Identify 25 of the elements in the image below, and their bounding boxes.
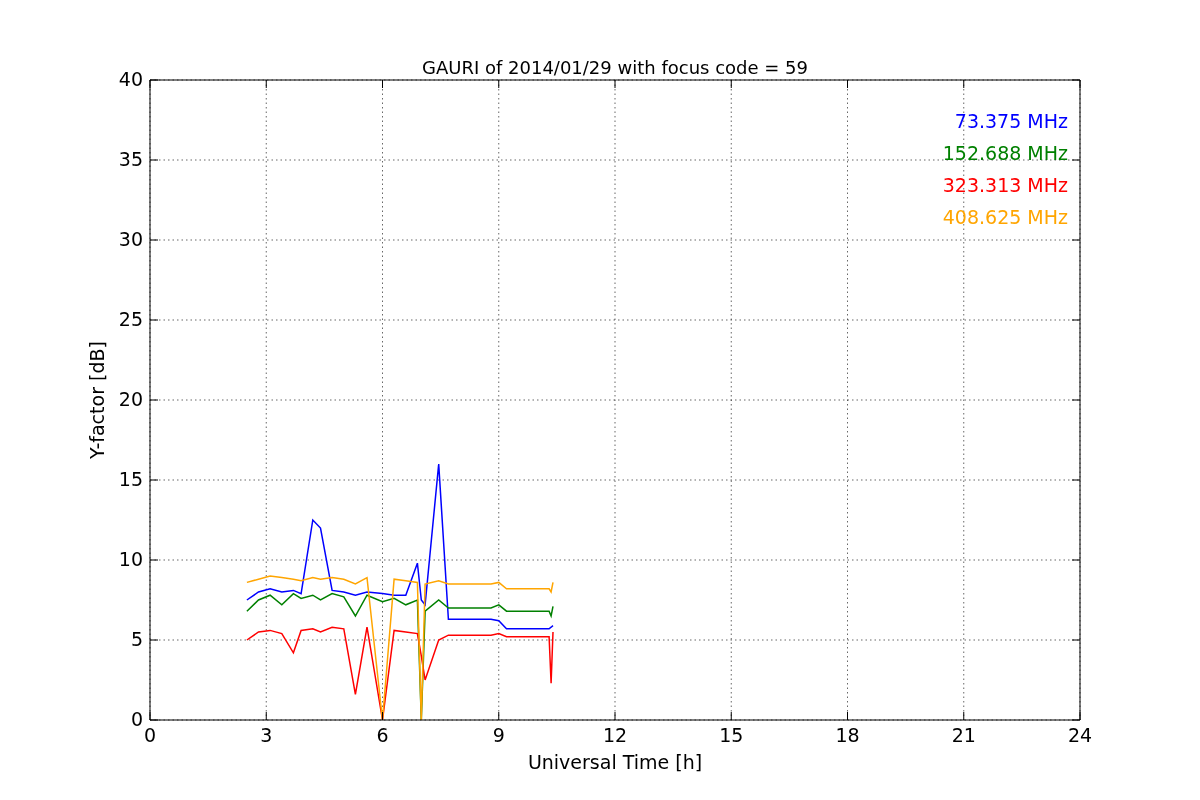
tick-label: 15 [719,724,744,746]
legend-label: 323.313 MHz [942,174,1068,196]
tick-label: 0 [143,724,157,746]
tick-label: 24 [1067,724,1093,746]
tick-label: 40 [118,68,143,90]
tick-label: 30 [118,228,143,250]
tick-label: 15 [118,468,143,490]
x-axis-label: Universal Time [h] [527,751,703,773]
tick-label: 0 [130,708,143,730]
tick-label: 10 [118,548,143,570]
tick-label: 5 [130,628,143,650]
tick-label: 35 [118,148,143,170]
y-axis-label: Y-factor [dB] [86,341,108,459]
legend-label: 73.375 MHz [954,110,1068,132]
tick-label: 9 [492,724,505,746]
tick-label: 18 [835,724,860,746]
tick-label: 21 [951,724,976,746]
tick-label: 6 [376,724,389,746]
legend-label: 152.688 MHz [942,142,1068,164]
tick-label: 20 [118,388,143,410]
tick-label: 3 [260,724,273,746]
tick-label: 12 [602,724,628,746]
legend-label: 408.625 MHz [942,206,1068,228]
chart-title: GAURI of 2014/01/29 with focus code = 59 [422,57,808,78]
tick-label: 25 [118,308,143,330]
